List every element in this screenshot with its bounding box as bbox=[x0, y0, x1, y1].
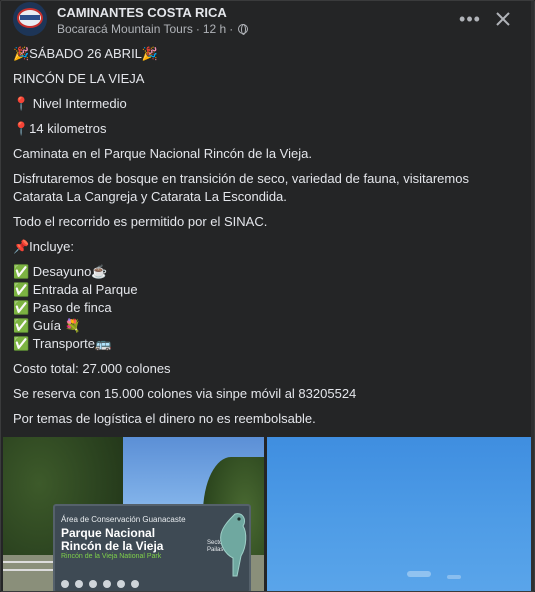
meta-separator: · bbox=[195, 22, 200, 36]
include-item-entrance: ✅ Entrada al Parque bbox=[13, 282, 138, 297]
post-meta: Bocaracá Mountain Tours · 12 h · bbox=[57, 22, 249, 36]
post-line-level: 📍 Nivel Intermedio bbox=[13, 96, 127, 111]
post-line-destination: RINCÓN DE LA VIEJA bbox=[13, 71, 145, 86]
close-icon bbox=[496, 12, 510, 26]
include-item-farm: ✅ Paso de finca bbox=[13, 300, 112, 315]
post-line-date: 🎉SÁBADO 26 ABRIL🎉 bbox=[13, 46, 159, 61]
bird-emblem-icon bbox=[220, 513, 247, 577]
page-avatar[interactable] bbox=[13, 2, 47, 36]
globe-icon bbox=[238, 24, 249, 35]
include-item-transport: ✅ Transporte🚌 bbox=[13, 336, 112, 351]
include-item-breakfast: ✅ Desayuno☕ bbox=[13, 264, 108, 279]
meta-separator-2: · bbox=[229, 22, 234, 36]
photo-sky[interactable] bbox=[267, 437, 532, 591]
post-text: 🎉SÁBADO 26 ABRIL🎉 RINCÓN DE LA VIEJA 📍 N… bbox=[13, 45, 528, 428]
post-line-distance: 📍14 kilometros bbox=[13, 121, 107, 136]
sign-title-1: Parque Nacional bbox=[61, 526, 156, 540]
sign-english-text: Rincón de la Vieja National Park bbox=[61, 553, 162, 560]
sign-title-2: Rincón de la Vieja bbox=[61, 539, 164, 553]
post-header: CAMINANTES COSTA RICA Bocaracá Mountain … bbox=[13, 1, 528, 43]
scrollbar[interactable] bbox=[531, 1, 534, 591]
more-horizontal-icon: ••• bbox=[459, 8, 481, 29]
post-line-details-2: Catarata La Cangreja y Catarata La Escon… bbox=[13, 189, 287, 204]
post-photos: Área de Conservación Guanacaste Parque N… bbox=[3, 437, 532, 591]
more-options-button[interactable]: ••• bbox=[456, 7, 484, 31]
post-card: CAMINANTES COSTA RICA Bocaracá Mountain … bbox=[0, 0, 535, 592]
post-line-reservation: Se reserva con 15.000 colones via sinpe … bbox=[13, 386, 357, 401]
close-button[interactable] bbox=[489, 5, 517, 33]
post-line-details-1: Disfrutaremos de bosque en transición de… bbox=[13, 171, 469, 186]
author-link[interactable]: Bocaracá Mountain Tours bbox=[57, 22, 193, 36]
post-line-cost: Costo total: 27.000 colones bbox=[13, 361, 171, 376]
post-line-description: Caminata en el Parque Nacional Rincón de… bbox=[13, 146, 312, 161]
post-line-includes: 📌Incluye: bbox=[13, 239, 74, 254]
sign-area-text: Área de Conservación Guanacaste bbox=[61, 515, 186, 524]
sign-footer-icons bbox=[61, 580, 211, 588]
photo-park-sign[interactable]: Área de Conservación Guanacaste Parque N… bbox=[3, 437, 264, 591]
post-line-refund: Por temas de logística el dinero no es r… bbox=[13, 411, 316, 426]
post-timestamp[interactable]: 12 h bbox=[203, 22, 226, 36]
park-sign: Área de Conservación Guanacaste Parque N… bbox=[53, 504, 251, 591]
page-name-link[interactable]: CAMINANTES COSTA RICA bbox=[57, 5, 227, 20]
include-item-guide: ✅ Guía 💐 bbox=[13, 318, 81, 333]
post-line-permit: Todo el recorrido es permitido por el SI… bbox=[13, 214, 268, 229]
